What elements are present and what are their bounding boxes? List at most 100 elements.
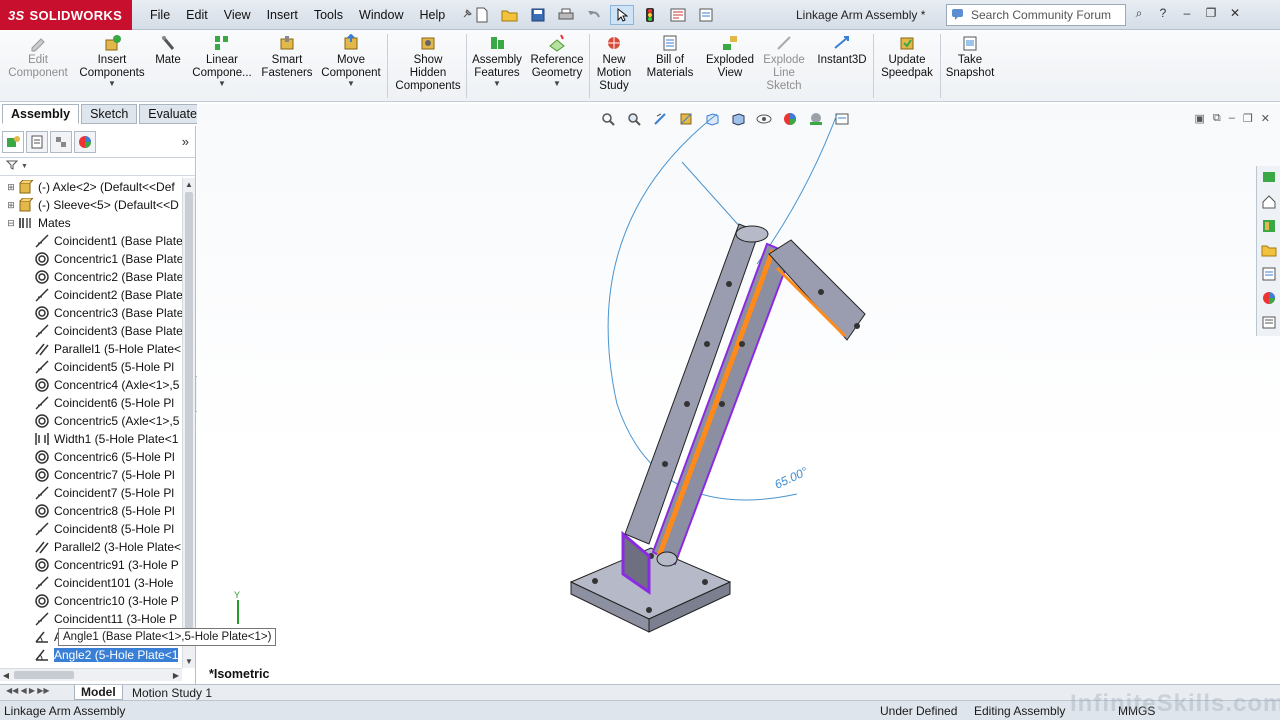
tree-part-row[interactable]: ⊞ (-) Axle<2> (Default<<Def — [0, 178, 182, 196]
solidworks-resources-icon[interactable] — [1259, 168, 1279, 188]
menu-window[interactable]: Window — [351, 8, 411, 22]
explode-line-sketch-button[interactable]: Explode Line Sketch — [758, 34, 810, 100]
menu-edit[interactable]: Edit — [178, 8, 216, 22]
options-icon[interactable] — [694, 5, 718, 25]
appearances-icon[interactable] — [1259, 288, 1279, 308]
home-icon[interactable] — [1259, 192, 1279, 212]
exploded-view-button[interactable]: Exploded View — [704, 34, 756, 100]
scroll-up-icon[interactable]: ▲ — [183, 178, 195, 191]
tree-mate-row[interactable]: Coincident1 (Base Plate — [0, 232, 182, 250]
tree-mate-row[interactable]: Coincident7 (5-Hole Pl — [0, 484, 182, 502]
menu-file[interactable]: File — [142, 8, 178, 22]
search-icon[interactable]: ⌕ — [1130, 4, 1148, 22]
custom-properties-icon[interactable] — [1259, 312, 1279, 332]
file-properties-icon[interactable] — [666, 5, 690, 25]
menu-help[interactable]: Help — [412, 8, 454, 22]
edit-component-button[interactable]: Edit Component — [6, 34, 70, 100]
expand-icon[interactable]: ⊞ — [6, 182, 16, 193]
expand-panel-chevron-icon[interactable]: » — [182, 134, 189, 149]
graphics-area[interactable]: ▣ ⧉ – ❐ ✕ 65.00° Y *Isometric — [197, 104, 1280, 684]
menu-insert[interactable]: Insert — [259, 8, 306, 22]
linear-pattern-button[interactable]: Linear Compone... ▼ — [190, 34, 254, 100]
minimize-icon[interactable]: – — [1178, 4, 1196, 22]
tree-mate-row[interactable]: Parallel2 (3-Hole Plate< — [0, 538, 182, 556]
close-icon[interactable]: ✕ — [1226, 4, 1244, 22]
open-folder-icon[interactable] — [498, 5, 522, 25]
smart-fasteners-button[interactable]: Smart Fasteners — [258, 34, 316, 100]
solidworks-logo[interactable]: 3S SOLIDWORKS — [0, 0, 132, 30]
tab-model[interactable]: Model — [74, 685, 123, 700]
search-field[interactable]: Search Community Forum — [946, 4, 1126, 26]
display-manager-tab-icon[interactable] — [74, 130, 96, 153]
tree-mate-row[interactable]: Concentric10 (3-Hole P — [0, 592, 182, 610]
tree-horizontal-scrollbar[interactable]: ◀ ▶ — [0, 668, 182, 681]
tree-filter[interactable]: ▼ — [0, 158, 195, 176]
horizontal-scroll-thumb[interactable] — [14, 671, 74, 679]
tree-mate-row[interactable]: Concentric91 (3-Hole P — [0, 556, 182, 574]
feature-manager-tab-icon[interactable] — [2, 130, 24, 153]
bill-of-materials-button[interactable]: Bill of Materials — [640, 34, 700, 100]
new-motion-study-button[interactable]: New Motion Study — [592, 34, 636, 100]
tree-mate-row[interactable]: Coincident11 (3-Hole P — [0, 610, 182, 628]
tab-assembly[interactable]: Assembly — [2, 104, 80, 124]
tree-mate-row[interactable]: Concentric7 (5-Hole Pl — [0, 466, 182, 484]
tree-mate-row[interactable]: Concentric1 (Base Plate — [0, 250, 182, 268]
print-icon[interactable] — [554, 5, 578, 25]
scroll-thumb[interactable] — [185, 192, 193, 632]
update-speedpak-button[interactable]: Update Speedpak — [876, 34, 938, 100]
tree-mate-row[interactable]: Concentric2 (Base Plate — [0, 268, 182, 286]
select-pointer-icon[interactable] — [610, 5, 634, 25]
tree-mate-row[interactable]: Concentric4 (Axle<1>,5 — [0, 376, 182, 394]
reference-geometry-button[interactable]: Reference Geometry ▼ — [528, 34, 586, 100]
expand-icon[interactable]: ⊞ — [6, 200, 16, 211]
tree-part-row[interactable]: ⊞ (-) Sleeve<5> (Default<<D — [0, 196, 182, 214]
tree-mate-row[interactable]: Width1 (5-Hole Plate<1 — [0, 430, 182, 448]
help-icon[interactable]: ? — [1154, 4, 1172, 22]
tab-scroll-icons[interactable]: ◀◀ ◀ ▶ ▶▶ — [6, 686, 50, 695]
rebuild-icon[interactable] — [638, 5, 662, 25]
scroll-down-icon[interactable]: ▼ — [183, 655, 195, 668]
dropdown-caret-icon[interactable]: ▼ — [218, 80, 226, 88]
configuration-manager-tab-icon[interactable] — [50, 130, 72, 153]
angle-dimension[interactable]: 65.00° — [772, 464, 810, 491]
scroll-right-icon[interactable]: ▶ — [170, 671, 182, 680]
dropdown-caret-icon[interactable]: ▼ — [108, 80, 116, 88]
dropdown-caret-icon[interactable]: ▼ — [553, 80, 561, 88]
tree-mate-row[interactable]: Concentric8 (5-Hole Pl — [0, 502, 182, 520]
tree-mate-row[interactable]: Coincident6 (5-Hole Pl — [0, 394, 182, 412]
tree-mate-row[interactable]: Angle2 (5-Hole Plate<1▼ — [0, 646, 182, 664]
linkage-arm-model[interactable]: 65.00° Y — [197, 104, 1280, 684]
tree-mate-row[interactable]: Concentric5 (Axle<1>,5 — [0, 412, 182, 430]
tree-vertical-scrollbar[interactable]: ▲ ▼ — [182, 178, 195, 668]
tree-mate-row[interactable]: Concentric3 (Base Plate — [0, 304, 182, 322]
dropdown-caret-icon[interactable]: ▼ — [347, 80, 355, 88]
mate-button[interactable]: Mate — [150, 34, 186, 100]
assembly-features-button[interactable]: Assembly Features ▼ — [470, 34, 524, 100]
tree-mate-row[interactable]: Coincident3 (Base Plate — [0, 322, 182, 340]
new-document-icon[interactable] — [470, 5, 494, 25]
tree-mate-row[interactable]: Coincident5 (5-Hole Pl — [0, 358, 182, 376]
tab-sketch[interactable]: Sketch — [81, 104, 138, 124]
property-manager-tab-icon[interactable] — [26, 130, 48, 153]
instant3d-button[interactable]: Instant3D — [814, 34, 870, 100]
tab-motion-study-1[interactable]: Motion Study 1 — [126, 685, 218, 700]
take-snapshot-button[interactable]: Take Snapshot — [942, 34, 998, 100]
tree-mate-row[interactable]: Coincident101 (3-Hole — [0, 574, 182, 592]
tree-mate-row[interactable]: Coincident2 (Base Plate — [0, 286, 182, 304]
file-explorer-icon[interactable] — [1259, 240, 1279, 260]
scroll-left-icon[interactable]: ◀ — [0, 671, 12, 680]
tree-mate-row[interactable]: Parallel1 (5-Hole Plate< — [0, 340, 182, 358]
tree-mate-row[interactable]: Coincident8 (5-Hole Pl — [0, 520, 182, 538]
menu-view[interactable]: View — [216, 8, 259, 22]
view-palette-icon[interactable] — [1259, 264, 1279, 284]
restore-icon[interactable]: ❐ — [1202, 4, 1220, 22]
move-component-button[interactable]: Move Component ▼ — [318, 34, 384, 100]
dropdown-caret-icon[interactable]: ▼ — [493, 80, 501, 88]
tree-mates-folder[interactable]: ⊟ Mates — [0, 214, 182, 232]
undo-icon[interactable] — [582, 5, 606, 25]
menu-tools[interactable]: Tools — [306, 8, 351, 22]
insert-components-button[interactable]: Insert Components ▼ — [78, 34, 146, 100]
show-hidden-components-button[interactable]: Show Hidden Components — [392, 34, 464, 100]
save-icon[interactable] — [526, 5, 550, 25]
design-library-icon[interactable] — [1259, 216, 1279, 236]
